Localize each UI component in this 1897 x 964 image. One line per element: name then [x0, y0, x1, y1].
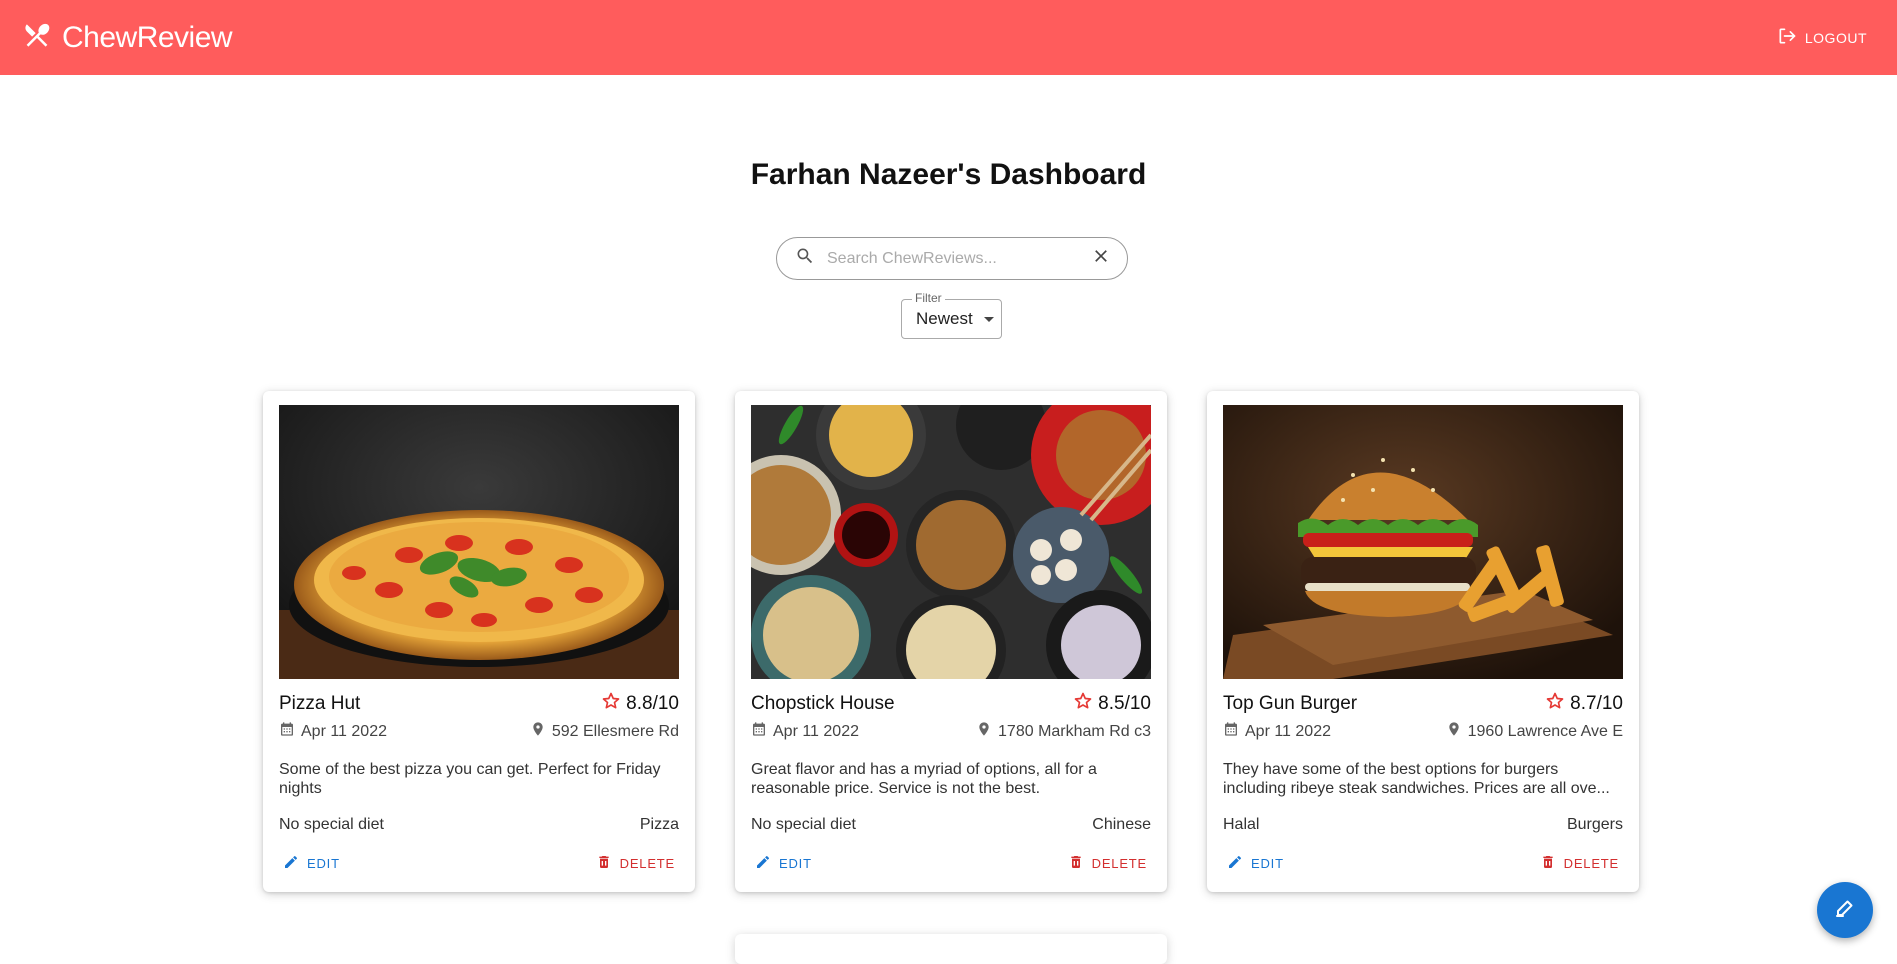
app-bar: ChewReview LOGOUT	[0, 0, 1897, 75]
star-icon	[1073, 691, 1093, 717]
cuisine-tag: Pizza	[639, 816, 679, 833]
rating: 8.7/10	[1545, 691, 1623, 717]
rating-value: 8.8/10	[626, 693, 679, 714]
pizza-photo	[279, 405, 679, 679]
brand-name: ChewReview	[62, 20, 233, 54]
pencil-icon	[1227, 854, 1243, 873]
review-card-partial	[735, 934, 1167, 964]
trash-icon	[1068, 854, 1084, 873]
review-card: Top Gun Burger 8.7/10 Apr 11 2022 1960 L…	[1207, 391, 1639, 892]
diet-tag: No special diet	[279, 816, 384, 833]
star-icon	[1545, 691, 1565, 717]
edit-button[interactable]: EDIT	[755, 854, 812, 873]
restaurant-name: Pizza Hut	[279, 693, 361, 714]
star-icon	[601, 691, 621, 717]
diet-tag: Halal	[1223, 816, 1260, 833]
rating: 8.8/10	[601, 691, 679, 717]
calendar-icon	[1223, 721, 1239, 742]
edit-note-icon	[1833, 896, 1857, 925]
pencil-icon	[755, 854, 771, 873]
review-date: Apr 11 2022	[1223, 721, 1331, 742]
calendar-icon	[279, 721, 295, 742]
cuisine-tag: Chinese	[1092, 816, 1151, 833]
fork-knife-icon	[22, 20, 52, 55]
edit-button[interactable]: EDIT	[283, 854, 340, 873]
search-input[interactable]	[827, 249, 1079, 268]
pencil-icon	[283, 854, 299, 873]
edit-button[interactable]: EDIT	[1227, 854, 1284, 873]
rating-value: 8.7/10	[1570, 693, 1623, 714]
rating-value: 8.5/10	[1098, 693, 1151, 714]
review-description: They have some of the best options for b…	[1223, 761, 1610, 797]
trash-icon	[596, 854, 612, 873]
address: 592 Ellesmere Rd	[530, 721, 679, 742]
delete-button[interactable]: DELETE	[1068, 854, 1147, 873]
address: 1960 Lawrence Ave E	[1446, 721, 1623, 742]
review-description: Great flavor and has a myriad of options…	[751, 761, 1097, 797]
caret-down-icon	[983, 309, 995, 329]
location-pin-icon	[976, 721, 992, 742]
review-description: Some of the best pizza you can get. Perf…	[279, 761, 661, 797]
trash-icon	[1540, 854, 1556, 873]
location-pin-icon	[530, 721, 546, 742]
diet-tag: No special diet	[751, 816, 856, 833]
review-card: Chopstick House 8.5/10 Apr 11 2022 1780 …	[735, 391, 1167, 892]
logout-label: LOGOUT	[1804, 29, 1867, 46]
clear-search-icon[interactable]	[1091, 246, 1111, 271]
restaurant-name: Chopstick House	[751, 693, 895, 714]
brand[interactable]: ChewReview	[22, 20, 233, 55]
logout-icon	[1777, 26, 1797, 49]
burger-photo	[1223, 405, 1623, 679]
calendar-icon	[751, 721, 767, 742]
filter-value: Newest	[916, 309, 973, 328]
search-bar	[776, 237, 1128, 280]
cuisine-tag: Burgers	[1566, 816, 1623, 833]
delete-button[interactable]: DELETE	[596, 854, 675, 873]
delete-button[interactable]: DELETE	[1540, 854, 1619, 873]
new-review-fab[interactable]	[1817, 882, 1873, 938]
address: 1780 Markham Rd c3	[976, 721, 1151, 742]
location-pin-icon	[1446, 721, 1462, 742]
review-date: Apr 11 2022	[279, 721, 387, 742]
page-title: Farhan Nazeer's Dashboard	[750, 158, 1147, 191]
review-date: Apr 11 2022	[751, 721, 859, 742]
review-card: Pizza Hut 8.8/10 Apr 11 2022 592 Ellesme…	[263, 391, 695, 892]
search-icon	[795, 246, 815, 271]
logout-button[interactable]: LOGOUT	[1777, 26, 1867, 49]
filter-label: Filter	[912, 291, 945, 305]
filter-select[interactable]: Filter Newest	[901, 291, 1002, 339]
chinese-food-photo	[751, 405, 1151, 679]
rating: 8.5/10	[1073, 691, 1151, 717]
restaurant-name: Top Gun Burger	[1223, 693, 1358, 714]
